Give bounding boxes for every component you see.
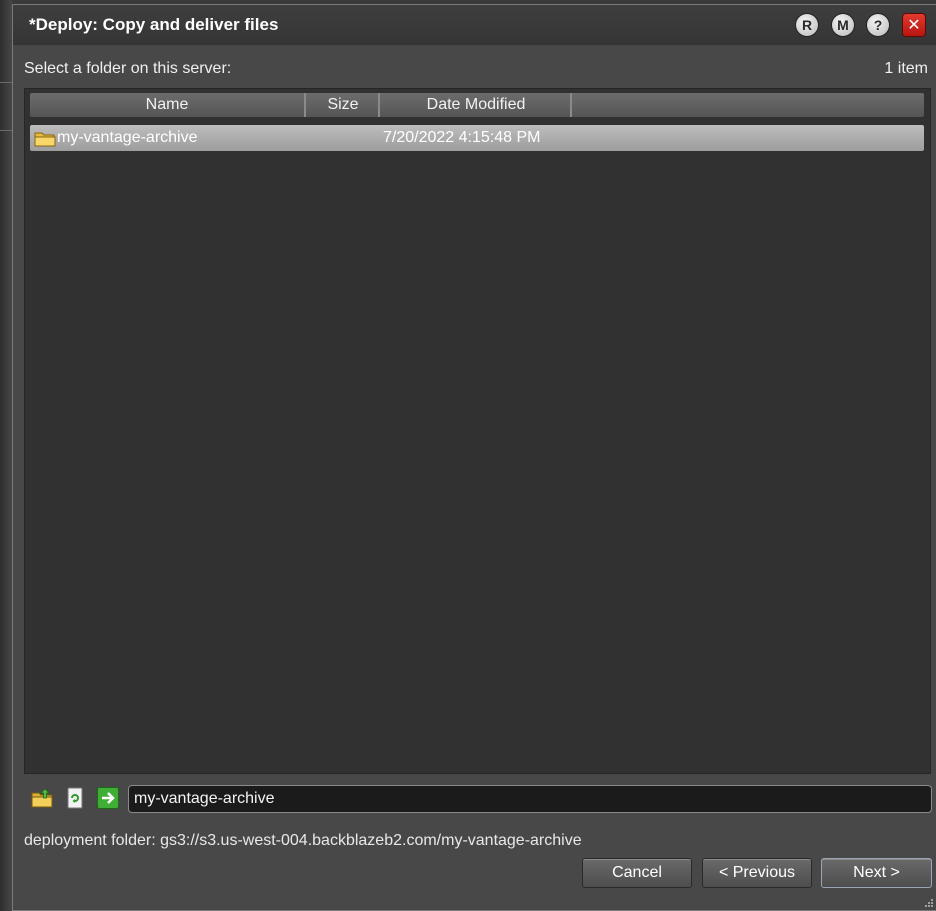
next-button[interactable]: Next > — [821, 858, 932, 888]
title-bar[interactable]: *Deploy: Copy and deliver files R M ? ✕ — [13, 5, 936, 45]
folder-icon — [34, 132, 56, 147]
folder-list[interactable]: Name Size Date Modified my-vantage-archi… — [24, 88, 931, 774]
previous-button[interactable]: < Previous — [702, 858, 812, 888]
file-name: my-vantage-archive — [57, 129, 198, 146]
deploy-dialog: *Deploy: Copy and deliver files R M ? ✕ … — [12, 4, 936, 911]
m-button[interactable]: M — [832, 14, 854, 36]
column-header-name[interactable]: Name — [30, 93, 306, 117]
file-date: 7/20/2022 4:15:48 PM — [383, 129, 541, 146]
folder-prompt: Select a folder on this server: — [24, 60, 232, 77]
list-item[interactable]: my-vantage-archive 7/20/2022 4:15:48 PM — [30, 125, 924, 151]
resize-grip-icon[interactable] — [924, 898, 934, 908]
help-button[interactable]: ? — [867, 14, 889, 36]
close-button[interactable]: ✕ — [903, 14, 925, 36]
column-header-date[interactable]: Date Modified — [382, 93, 572, 117]
column-header-size[interactable]: Size — [308, 93, 380, 117]
r-button[interactable]: R — [796, 14, 818, 36]
folder-up-icon[interactable] — [30, 786, 54, 810]
path-input[interactable] — [128, 785, 932, 813]
deployment-folder-path: deployment folder: gs3://s3.us-west-004.… — [24, 832, 582, 849]
dialog-title: *Deploy: Copy and deliver files — [29, 15, 279, 34]
go-arrow-icon[interactable] — [96, 786, 120, 810]
item-count: 1 item — [884, 60, 928, 77]
cancel-button[interactable]: Cancel — [582, 858, 692, 888]
refresh-icon[interactable] — [63, 786, 87, 810]
column-header-row: Name Size Date Modified — [30, 93, 924, 117]
background-window-edge — [0, 0, 12, 911]
